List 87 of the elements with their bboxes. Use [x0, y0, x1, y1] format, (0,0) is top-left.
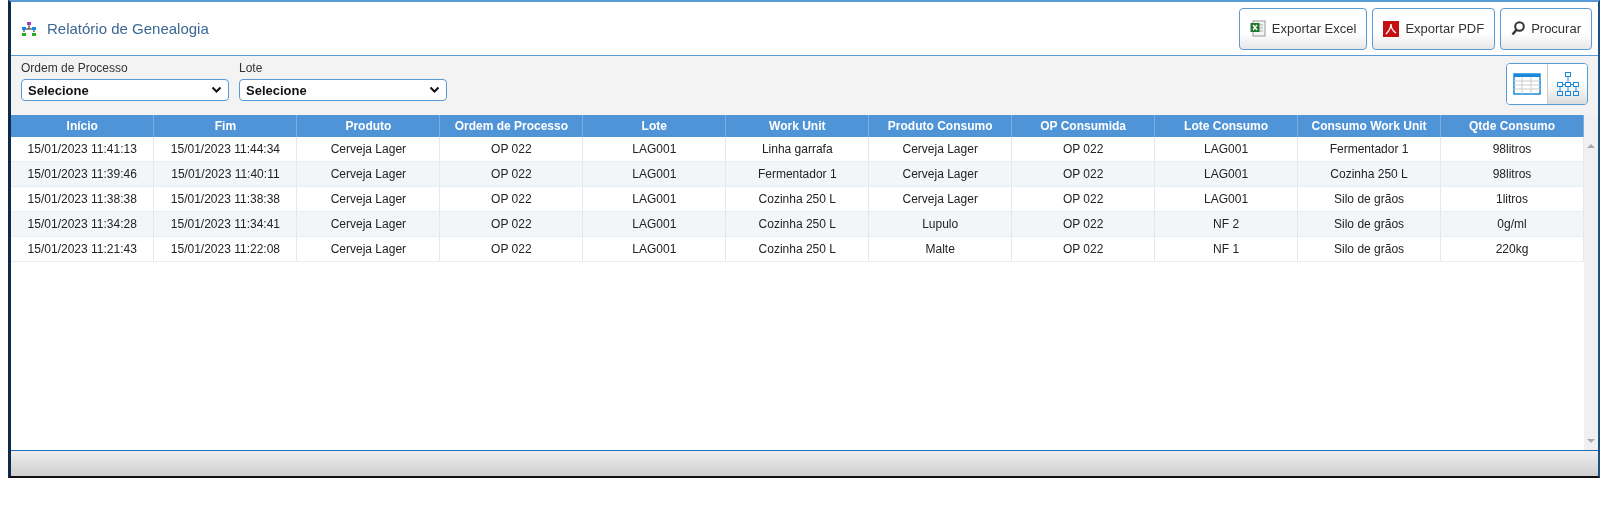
table-cell: 98litros [1440, 137, 1584, 162]
table-cell: OP 022 [439, 186, 583, 212]
table-cell: OP 022 [439, 211, 583, 237]
table-cell: LAG001 [582, 211, 726, 237]
table-cell: NF 2 [1154, 211, 1298, 237]
column-header[interactable]: Lote Consumo [1154, 115, 1298, 137]
table-cell: 15/01/2023 11:38:38 [11, 186, 154, 212]
table-cell: 15/01/2023 11:22:08 [153, 236, 297, 262]
table-cell: OP 022 [1011, 137, 1155, 162]
column-header[interactable]: Qtde Consumo [1440, 115, 1584, 137]
table-cell: OP 022 [1011, 161, 1155, 187]
table-cell: 1litros [1440, 186, 1584, 212]
filter-label: Ordem de Processo [21, 61, 129, 75]
table-cell: Linha garrafa [725, 137, 869, 162]
table-cell: OP 022 [1011, 186, 1155, 212]
table-cell: LAG001 [1154, 186, 1298, 212]
column-header[interactable]: Ordem de Processo [439, 115, 583, 137]
window-title: Relatório de Genealogia [47, 20, 209, 37]
table-cell: OP 022 [439, 137, 583, 162]
dropdown-field[interactable]: Selecione [21, 79, 229, 101]
table-cell: Cozinha 250 L [1297, 161, 1441, 187]
chevron-down-icon [429, 86, 440, 94]
column-header[interactable]: OP Consumida [1011, 115, 1155, 137]
search-icon [1511, 21, 1526, 36]
table-icon [1513, 73, 1541, 95]
table-view-button[interactable] [1507, 64, 1547, 104]
scrollbar[interactable] [1584, 115, 1598, 450]
table-cell: 15/01/2023 11:41:13 [11, 137, 154, 162]
export-button[interactable]: Exportar PDF [1372, 7, 1496, 50]
table-cell: 15/01/2023 11:44:34 [153, 137, 297, 162]
dropdown-field[interactable]: Selecione [239, 79, 447, 101]
column-header[interactable]: Work Unit [725, 115, 869, 137]
tree-icon [1556, 72, 1579, 96]
table-cell: OP 022 [1011, 211, 1155, 237]
column-header[interactable]: Fim [153, 115, 297, 137]
table-cell: Cerveja Lager [296, 137, 440, 162]
column-header[interactable]: Produto Consumo [868, 115, 1012, 137]
hierarchy-icon [21, 20, 37, 37]
table-cell: 15/01/2023 11:34:28 [11, 211, 154, 237]
table-cell: 220kg [1440, 236, 1584, 262]
search-button[interactable]: Procurar [1500, 7, 1592, 50]
table-cell: Cerveja Lager [868, 161, 1012, 187]
table-cell: Cerveja Lager [296, 236, 440, 262]
table-cell: 15/01/2023 11:34:41 [153, 211, 297, 237]
table-cell: Fermentador 1 [725, 161, 869, 187]
table-cell: OP 022 [439, 161, 583, 187]
table-cell: Silo de grãos [1297, 211, 1441, 237]
filter-label: Lote [239, 61, 264, 75]
tree-view-button[interactable] [1547, 64, 1587, 104]
table-cell: Cerveja Lager [296, 211, 440, 237]
table-cell: 15/01/2023 11:21:43 [11, 236, 154, 262]
table-cell: Cerveja Lager [868, 186, 1012, 212]
table-cell: Silo de grãos [1297, 186, 1441, 212]
table-cell: LAG001 [582, 236, 726, 262]
scroll-down-icon[interactable] [1587, 438, 1595, 444]
table-cell: Cerveja Lager [296, 186, 440, 212]
column-header[interactable]: Produto [296, 115, 440, 137]
column-header[interactable]: Lote [582, 115, 726, 137]
export-button[interactable]: Exportar Excel [1238, 7, 1368, 50]
table-cell: LAG001 [582, 137, 726, 162]
table-cell: NF 1 [1154, 236, 1298, 262]
table-cell: Silo de grãos [1297, 236, 1441, 262]
table-cell: LAG001 [582, 161, 726, 187]
column-header[interactable]: Início [11, 115, 154, 137]
table-cell: 0g/ml [1440, 211, 1584, 237]
table-cell: Cozinha 250 L [725, 236, 869, 262]
table-cell: Cozinha 250 L [725, 186, 869, 212]
table-cell: LAG001 [1154, 137, 1298, 162]
chevron-down-icon [211, 86, 222, 94]
table-cell: 15/01/2023 11:38:38 [153, 186, 297, 212]
table-cell: Lupulo [868, 211, 1012, 237]
table-cell: Fermentador 1 [1297, 137, 1441, 162]
table-cell: 15/01/2023 11:40:11 [153, 161, 297, 187]
table-cell: 15/01/2023 11:39:46 [11, 161, 154, 187]
scroll-up-icon[interactable] [1587, 143, 1595, 149]
spreadsheet-icon [1249, 20, 1266, 37]
table-cell: 98litros [1440, 161, 1584, 187]
table-cell: Cerveja Lager [296, 161, 440, 187]
table-cell: LAG001 [1154, 161, 1298, 187]
pdf-icon [1383, 20, 1400, 37]
table-cell: Malte [868, 236, 1012, 262]
column-header[interactable]: Consumo Work Unit [1297, 115, 1441, 137]
table-cell: OP 022 [439, 236, 583, 262]
table-cell: LAG001 [582, 186, 726, 212]
table-cell: Cerveja Lager [868, 137, 1012, 162]
table-cell: Cozinha 250 L [725, 211, 869, 237]
table-cell: OP 022 [1011, 236, 1155, 262]
